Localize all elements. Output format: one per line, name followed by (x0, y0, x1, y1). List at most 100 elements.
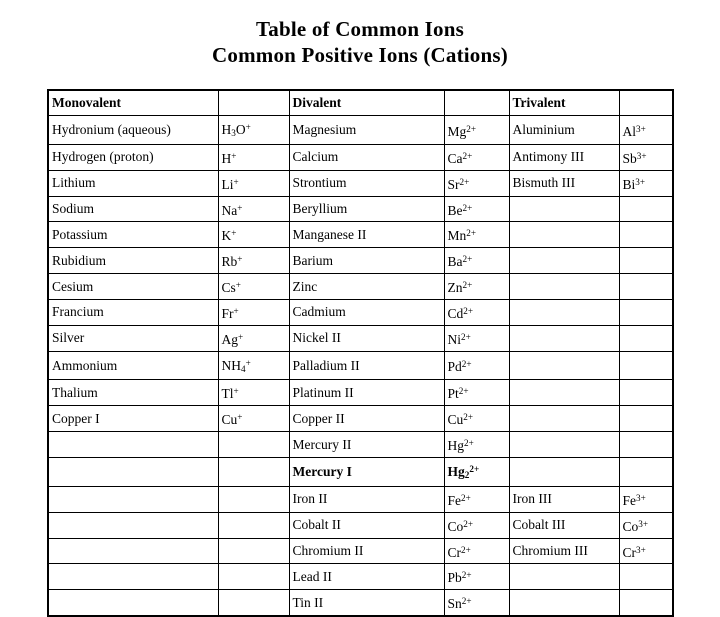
header-cell-monovalent-formula (217, 89, 290, 116)
cell-divalent-name: Beryllium (288, 195, 445, 223)
table-row: Potassium K+ Manganese II Mn2+ (47, 221, 674, 249)
cell-trivalent-name: Chromium III (508, 537, 620, 565)
cell-trivalent-formula (618, 195, 674, 223)
cell-monovalent-formula (217, 563, 290, 591)
cell-divalent-name: Mercury II (288, 431, 445, 458)
header-cell-trivalent-name: Trivalent (508, 89, 620, 116)
table-row: Ammonium NH4+ Palladium II Pd2+ (47, 350, 674, 381)
cell-monovalent-name (47, 563, 219, 591)
table-row: Hydrogen (proton) H+ Calcium Ca2+ Antimony I… (47, 143, 674, 171)
cell-monovalent-name: Francium (47, 298, 219, 326)
cell-divalent-formula: Cr2+ (443, 537, 510, 565)
cell-divalent-formula: Ni2+ (443, 324, 510, 352)
cell-divalent-formula: Be2+ (443, 195, 510, 223)
cell-trivalent-name (508, 221, 620, 249)
cell-trivalent-name (508, 563, 620, 591)
table-header-row: Monovalent Divalent Trivalent (47, 89, 674, 116)
cell-divalent-name: Iron II (288, 485, 445, 513)
cell-trivalent-name (508, 195, 620, 223)
cell-trivalent-name: Bismuth III (508, 169, 620, 197)
cell-monovalent-formula: Li+ (217, 169, 290, 197)
cell-monovalent-formula: NH4+ (217, 350, 290, 381)
cell-monovalent-name (47, 537, 219, 565)
ions-table-container: Monovalent Divalent Trivalent Hydronium … (47, 89, 674, 617)
table-row: Lead II Pb2+ (47, 563, 674, 591)
cell-monovalent-name: Thalium (47, 379, 219, 407)
cell-trivalent-name (508, 589, 620, 617)
cell-divalent-name: Zinc (288, 273, 445, 300)
cell-divalent-formula: Cu2+ (443, 405, 510, 433)
cell-trivalent-name (508, 431, 620, 458)
cell-monovalent-formula (217, 589, 290, 617)
table-row: Iron II Fe2+ Iron III Fe3+ (47, 485, 674, 513)
cell-trivalent-name (508, 350, 620, 381)
cell-divalent-name: Cadmium (288, 298, 445, 326)
table-row: Chromium II Cr2+ Chromium III Cr3+ (47, 537, 674, 565)
table-row: Lithium Li+ Strontium Sr2+ Bismuth III Bi3+ (47, 169, 674, 197)
cell-monovalent-name (47, 457, 219, 487)
cell-trivalent-formula: Cr3+ (618, 537, 674, 565)
cell-monovalent-name: Potassium (47, 221, 219, 249)
header-cell-divalent-name: Divalent (288, 89, 445, 116)
table-row: Tin II Sn2+ (47, 589, 674, 617)
cell-divalent-formula: Mn2+ (443, 221, 510, 249)
cell-trivalent-formula (618, 298, 674, 326)
cell-trivalent-name: Iron III (508, 485, 620, 513)
slide-canvas: Table of Common Ions Common Positive Ion… (0, 0, 720, 617)
cell-divalent-formula: Sr2+ (443, 169, 510, 197)
common-cations-table: Monovalent Divalent Trivalent Hydronium … (47, 89, 674, 617)
cell-trivalent-name (508, 324, 620, 352)
cell-monovalent-formula: H+ (217, 143, 290, 171)
cell-monovalent-name: Cesium (47, 273, 219, 300)
cell-trivalent-formula (618, 563, 674, 591)
cell-trivalent-formula: Co3+ (618, 511, 674, 539)
cell-monovalent-formula (217, 431, 290, 458)
cell-divalent-name: Calcium (288, 143, 445, 171)
cell-trivalent-name (508, 457, 620, 487)
cell-monovalent-formula: Fr+ (217, 298, 290, 326)
cell-divalent-formula: Hg22+ (443, 457, 510, 487)
table-row: Cesium Cs+ Zinc Zn2+ (47, 273, 674, 300)
cell-trivalent-formula (618, 221, 674, 249)
cell-trivalent-name (508, 247, 620, 275)
cell-divalent-name: Palladium II (288, 350, 445, 381)
cell-monovalent-name: Ammonium (47, 350, 219, 381)
cell-trivalent-name: Cobalt III (508, 511, 620, 539)
cell-divalent-formula: Zn2+ (443, 273, 510, 300)
cell-monovalent-formula: K+ (217, 221, 290, 249)
cell-monovalent-name: Copper I (47, 405, 219, 433)
cell-divalent-formula: Pd2+ (443, 350, 510, 381)
cell-trivalent-formula (618, 405, 674, 433)
cell-trivalent-formula: Sb3+ (618, 143, 674, 171)
cell-trivalent-formula (618, 589, 674, 617)
cell-divalent-name: Tin II (288, 589, 445, 617)
cell-trivalent-formula (618, 273, 674, 300)
cell-divalent-name: Chromium II (288, 537, 445, 565)
table-row: Mercury I Hg22+ (47, 457, 674, 487)
cell-divalent-name: Platinum II (288, 379, 445, 407)
cell-divalent-formula: Ca2+ (443, 143, 510, 171)
cell-monovalent-name (47, 589, 219, 617)
cell-divalent-formula: Fe2+ (443, 485, 510, 513)
cell-trivalent-formula (618, 431, 674, 458)
table-row: Cobalt II Co2+ Cobalt III Co3+ (47, 511, 674, 539)
cell-monovalent-formula: Rb+ (217, 247, 290, 275)
table-row: Mercury II Hg2+ (47, 431, 674, 458)
cell-trivalent-formula: Bi3+ (618, 169, 674, 197)
cell-monovalent-name: Sodium (47, 195, 219, 223)
cell-monovalent-name (47, 511, 219, 539)
cell-trivalent-formula: Al3+ (618, 115, 674, 145)
cell-monovalent-formula: Na+ (217, 195, 290, 223)
cell-divalent-name: Manganese II (288, 221, 445, 249)
title-line-2: Common Positive Ions (Cations) (212, 43, 508, 67)
cell-divalent-name: Barium (288, 247, 445, 275)
cell-monovalent-name (47, 485, 219, 513)
cell-monovalent-formula: Tl+ (217, 379, 290, 407)
table-row: Rubidium Rb+ Barium Ba2+ (47, 247, 674, 275)
cell-divalent-formula: Cd2+ (443, 298, 510, 326)
cell-divalent-formula: Sn2+ (443, 589, 510, 617)
cell-monovalent-name: Hydrogen (proton) (47, 143, 219, 171)
cell-trivalent-name (508, 379, 620, 407)
cell-divalent-name: Mercury I (288, 457, 445, 487)
table-row: Copper I Cu+ Copper II Cu2+ (47, 405, 674, 433)
